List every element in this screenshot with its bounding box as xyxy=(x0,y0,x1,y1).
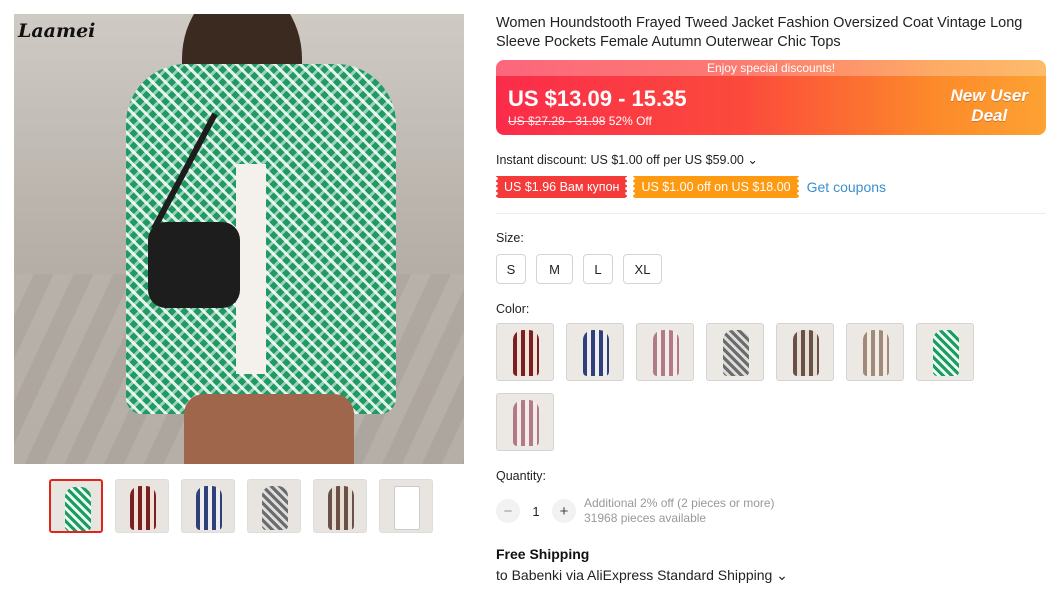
thumb-grey[interactable] xyxy=(247,479,301,533)
thumbnail-image xyxy=(130,486,156,530)
price-banner: Enjoy special discounts! US $13.09 - 15.… xyxy=(496,60,1046,135)
color-option-7[interactable] xyxy=(916,323,974,381)
quantity-label: Quantity: xyxy=(496,469,547,483)
color-option-8[interactable] xyxy=(496,393,554,451)
shipping-detail-text: to Babenki via AliExpress Standard Shipp… xyxy=(496,567,773,583)
chevron-down-icon: ⌄ xyxy=(776,567,788,583)
instant-discount[interactable]: Instant discount: US $1.00 off per US $5… xyxy=(496,152,758,167)
get-coupons-link[interactable]: Get coupons xyxy=(807,179,886,195)
thumb-size-chart[interactable] xyxy=(379,479,433,533)
quantity-stepper: − 1 + Additional 2% off (2 pieces or mor… xyxy=(496,496,775,526)
coupon-row: US $1.96 Вам купон US $1.00 off on US $1… xyxy=(496,176,886,198)
thumb-red-plaid[interactable] xyxy=(115,479,169,533)
color-option-1[interactable] xyxy=(496,323,554,381)
size-options: S M L XL xyxy=(496,254,662,284)
size-option-s[interactable]: S xyxy=(496,254,526,284)
chevron-down-icon: ⌄ xyxy=(747,153,758,167)
thumb-green-houndstooth[interactable] xyxy=(49,479,103,533)
color-options xyxy=(496,323,996,451)
color-swatch-image xyxy=(723,330,749,376)
new-user-deal-badge: New User Deal xyxy=(951,86,1028,126)
size-label: Size: xyxy=(496,231,524,245)
thumb-blue-plaid[interactable] xyxy=(181,479,235,533)
product-title: Women Houndstooth Frayed Tweed Jacket Fa… xyxy=(496,15,1023,50)
color-label: Color: xyxy=(496,302,530,316)
color-option-5[interactable] xyxy=(776,323,834,381)
color-swatch-image xyxy=(933,330,959,376)
quantity-plus-button[interactable]: + xyxy=(552,499,576,523)
quantity-value[interactable]: 1 xyxy=(520,504,552,519)
coupon-2[interactable]: US $1.00 off on US $18.00 xyxy=(633,176,799,198)
thumbnail-image xyxy=(65,487,91,531)
black-crossbody-bag xyxy=(148,222,240,308)
thumbnail-image xyxy=(196,486,222,530)
color-swatch-image xyxy=(863,330,889,376)
special-discounts-strip: Enjoy special discounts! xyxy=(496,60,1046,76)
color-option-4[interactable] xyxy=(706,323,764,381)
color-swatch-image xyxy=(583,330,609,376)
coupon-1[interactable]: US $1.96 Вам купон xyxy=(496,176,628,198)
size-option-l[interactable]: L xyxy=(583,254,613,284)
stock-available: 31968 pieces available xyxy=(584,511,707,525)
model-legs xyxy=(184,394,354,464)
size-option-m[interactable]: M xyxy=(536,254,573,284)
color-option-2[interactable] xyxy=(566,323,624,381)
quantity-minus-button[interactable]: − xyxy=(496,499,520,523)
color-option-6[interactable] xyxy=(846,323,904,381)
sale-price: US $13.09 - 15.35 xyxy=(508,86,687,111)
color-swatch-image xyxy=(793,330,819,376)
size-option-xl[interactable]: XL xyxy=(623,254,662,284)
white-shirt xyxy=(236,164,266,374)
original-price: US $27.28 - 31.98 xyxy=(508,114,606,128)
shipping-title: Free Shipping xyxy=(496,546,590,562)
color-swatch-image xyxy=(513,330,539,376)
color-swatch-image xyxy=(513,400,539,446)
instant-discount-text: Instant discount: US $1.00 off per US $5… xyxy=(496,153,744,167)
original-price-row: US $27.28 - 31.98 52% Off xyxy=(508,114,652,128)
brand-logo: Laamei xyxy=(18,20,96,42)
divider xyxy=(496,213,1046,214)
color-option-3[interactable] xyxy=(636,323,694,381)
quantity-note: Additional 2% off (2 pieces or more) 319… xyxy=(584,496,775,526)
thumb-brown[interactable] xyxy=(313,479,367,533)
shipping-detail[interactable]: to Babenki via AliExpress Standard Shipp… xyxy=(496,567,788,584)
new-user-line: New User xyxy=(950,86,1028,105)
thumbnail-image xyxy=(262,486,288,530)
thumbnail-strip xyxy=(49,479,433,533)
bulk-discount-note: Additional 2% off (2 pieces or more) xyxy=(584,496,775,510)
main-product-image[interactable]: Laamei xyxy=(14,14,464,464)
deal-line: Deal xyxy=(971,106,1008,125)
discount-percent: 52% Off xyxy=(608,114,652,128)
thumbnail-image xyxy=(394,486,420,530)
thumbnail-image xyxy=(328,486,354,530)
color-swatch-image xyxy=(653,330,679,376)
